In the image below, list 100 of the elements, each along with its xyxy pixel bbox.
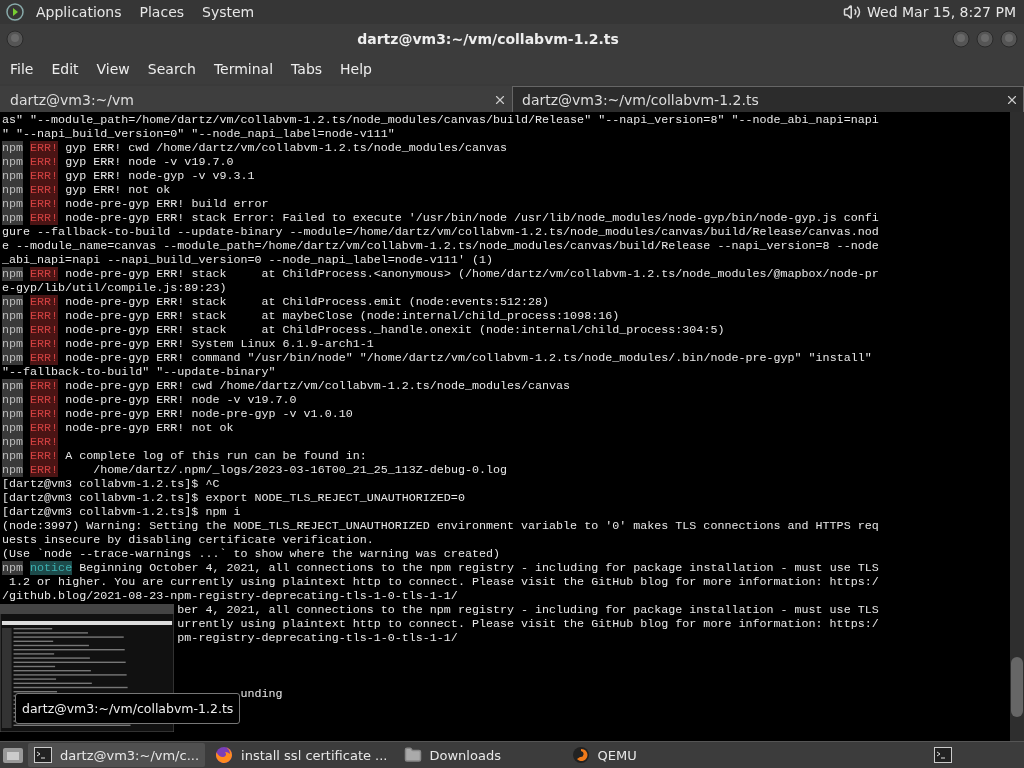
show-desktop-icon[interactable] <box>2 745 24 765</box>
line-text: A complete log of this run can be found in: <box>65 449 367 463</box>
error-tag: ERR! <box>30 141 59 155</box>
menu-item[interactable]: Tabs <box>283 61 331 77</box>
line-text: node-pre-gyp ERR! stack Error: Failed to execute '/usr/bin/node /usr/lib/node_modules/node-gyp/bin/node-gyp.js confi <box>65 211 879 225</box>
error-tag: ERR! <box>30 169 59 183</box>
line-text: node-pre-gyp ERR! node -v v19.7.0 <box>65 393 297 407</box>
npm-tag: npm <box>2 197 24 211</box>
error-tag: ERR! <box>30 155 59 169</box>
line-text: node-pre-gyp ERR! stack at ChildProcess.emit (node:events:512:28) <box>65 295 550 309</box>
error-tag: ERR! <box>30 295 59 309</box>
menu-item[interactable]: Edit <box>43 61 87 77</box>
clock[interactable]: Wed Mar 15, 8:27 PM <box>867 4 1016 20</box>
line-text: gure --fallback-to-build --update-binary --module=/home/dartz/vm/collabvm-1.2.ts/node_modules/canvas/build/Release/canvas.nod <box>2 225 879 239</box>
line-text: gyp ERR! node -v v19.7.0 <box>65 155 234 169</box>
error-tag: ERR! <box>30 435 59 449</box>
line-text: ber 4, 2021, all connections to the npm registry - including for package installation - must use TLS <box>176 603 879 617</box>
error-tag: ERR! <box>30 407 59 421</box>
line-text: 1.2 or higher. You are currently using plaintext http to connect. Please visit the GitHub blog for more information: https:/ <box>8 575 879 589</box>
line-text: unding <box>239 687 283 701</box>
line-text: node-pre-gyp ERR! System Linux 6.1.9-arch1-1 <box>65 337 374 351</box>
window-control-icon[interactable] <box>6 30 24 48</box>
line-text: node-pre-gyp ERR! stack at maybeClose (node:internal/child_process:1098:16) <box>65 309 620 323</box>
line-text: urrently using plaintext http to connect. Please visit the GitHub blog for more information: https:/ <box>176 617 879 631</box>
volume-icon[interactable] <box>843 3 862 21</box>
error-tag: ERR! <box>30 449 59 463</box>
line-text: "--fallback-to-build" "--update-binary" <box>2 365 276 379</box>
panel-menu[interactable]: Applications <box>30 4 128 20</box>
line-text: [dartz@vm3 collabvm-1.2.ts]$ npm i <box>2 505 241 519</box>
error-tag: ERR! <box>30 211 59 225</box>
panel-menu[interactable]: System <box>196 4 261 20</box>
npm-tag: npm <box>2 463 24 477</box>
line-text: " "--napi_build_version=0" "--node_napi_label=node-v111" <box>2 127 395 141</box>
line-text: uests insecure by disabling certificate verification. <box>2 533 374 547</box>
npm-tag: npm <box>2 183 24 197</box>
line-text: [dartz@vm3 collabvm-1.2.ts]$ ^C <box>2 477 220 491</box>
error-tag: ERR! <box>30 421 59 435</box>
error-tag: ERR! <box>30 379 59 393</box>
scrollbar[interactable] <box>1010 112 1024 741</box>
line-text: gyp ERR! node-gyp -v v9.3.1 <box>65 169 255 183</box>
line-text: gyp ERR! cwd /home/dartz/vm/collabvm-1.2.ts/node_modules/canvas <box>65 141 507 155</box>
tray-terminal-icon <box>934 747 952 763</box>
error-tag: ERR! <box>30 197 59 211</box>
distro-logo-icon[interactable] <box>6 3 24 21</box>
menu-item[interactable]: Search <box>139 61 204 77</box>
line-text: e --module_name=canvas --module_path=/home/dartz/vm/collabvm-1.2.ts/node_modules/canvas/build/Release --napi_version=8 --node <box>2 239 879 253</box>
line-text: node-pre-gyp ERR! node-pre-gyp -v v1.0.10 <box>65 407 353 421</box>
npm-tag: npm <box>2 435 24 449</box>
npm-tag: npm <box>2 379 24 393</box>
line-text: (node:3997) Warning: Setting the NODE_TLS_REJECT_UNAUTHORIZED environment variable to '0' makes TLS connections and HTTPS req <box>2 519 879 533</box>
line-text: [dartz@vm3 collabvm-1.2.ts]$ export NODE_TLS_REJECT_UNAUTHORIZED=0 <box>2 491 465 505</box>
npm-tag: npm <box>2 561 24 575</box>
tooltip: dartz@vm3:~/vm/collabvm-1.2.ts <box>15 693 241 724</box>
menu-item[interactable]: File <box>2 61 42 77</box>
npm-tag: npm <box>2 295 24 309</box>
tab-label: dartz@vm3:~/vm <box>10 91 135 108</box>
terminal-tab[interactable]: dartz@vm3:~/vm/collabvm-1.2.ts <box>512 86 1024 112</box>
taskbar-item[interactable]: QEMU <box>565 743 730 767</box>
line-text: /github.blog/2021-08-23-npm-registry-deprecating-tls-1-0-tls-1-1/ <box>2 589 458 603</box>
npm-tag: npm <box>2 141 24 155</box>
line-text: node-pre-gyp ERR! command "/usr/bin/node" "/home/dartz/vm/collabvm-1.2.ts/node_modules/.bin/node-pre-gyp" "install" <box>65 351 872 365</box>
line-text: node-pre-gyp ERR! not ok <box>65 421 234 435</box>
error-tag: ERR! <box>30 183 59 197</box>
line-text: node-pre-gyp ERR! cwd /home/dartz/vm/collabvm-1.2.ts/node_modules/canvas <box>65 379 571 393</box>
error-tag: ERR! <box>30 351 59 365</box>
line-text: e-gyp/lib/util/compile.js:89:23) <box>2 281 227 295</box>
npm-tag: npm <box>2 337 24 351</box>
npm-tag: npm <box>2 323 24 337</box>
line-text: as" "--module_path=/home/dartz/vm/collabvm-1.2.ts/node_modules/canvas/build/Release" "--napi_version=8" "--node_abi_napi=napi <box>2 113 879 127</box>
npm-tag: npm <box>2 155 24 169</box>
line-text: node-pre-gyp ERR! stack at ChildProcess._handle.onexit (node:internal/child_process:304:5) <box>65 323 725 337</box>
error-tag: ERR! <box>30 463 59 477</box>
error-tag: ERR! <box>30 323 59 337</box>
taskbar-item[interactable]: install ssl certificate ... <box>209 743 394 767</box>
panel-menu[interactable]: Places <box>133 4 191 20</box>
npm-tag: npm <box>2 407 24 421</box>
taskbar-item[interactable]: dartz@vm3:~/vm/c... <box>28 743 206 767</box>
npm-tag: npm <box>2 169 24 183</box>
menu-item[interactable]: View <box>88 61 138 77</box>
terminal-tab[interactable]: dartz@vm3:~/vm <box>0 86 512 112</box>
npm-tag: npm <box>2 393 24 407</box>
line-text: pm-registry-deprecating-tls-1-0-tls-1-1/ <box>176 631 458 645</box>
taskbar-item[interactable]: Downloads <box>397 743 562 767</box>
folder-icon <box>403 746 422 764</box>
line-text: gyp ERR! not ok <box>65 183 171 197</box>
menu-item[interactable]: Terminal <box>205 61 282 77</box>
line-text: (Use `node --trace-warnings ...` to show where the warning was created) <box>2 547 500 561</box>
line-text: node-pre-gyp ERR! stack at ChildProcess.<anonymous> (/home/dartz/vm/collabvm-1.2.ts/node_modules/@mapbox/node-pr <box>65 267 879 281</box>
window-control-icon[interactable] <box>952 30 970 48</box>
line-text: node-pre-gyp ERR! build error <box>65 197 269 211</box>
npm-tag: npm <box>2 351 24 365</box>
window-control-icon[interactable] <box>976 30 994 48</box>
window-control-icon[interactable] <box>1000 30 1018 48</box>
line-text: /home/dartz/.npm/_logs/2023-03-16T00_21_25_113Z-debug-0.log <box>92 463 507 477</box>
npm-tag: npm <box>2 211 24 225</box>
menu-item[interactable]: Help <box>332 61 380 77</box>
terminal-icon <box>34 747 52 763</box>
window-title: dartz@vm3:~/vm/collabvm-1.2.ts <box>356 31 620 47</box>
npm-tag: npm <box>2 309 24 323</box>
line-text: Beginning October 4, 2021, all connections to the npm registry - including for package installation - must use TLS <box>79 561 879 575</box>
